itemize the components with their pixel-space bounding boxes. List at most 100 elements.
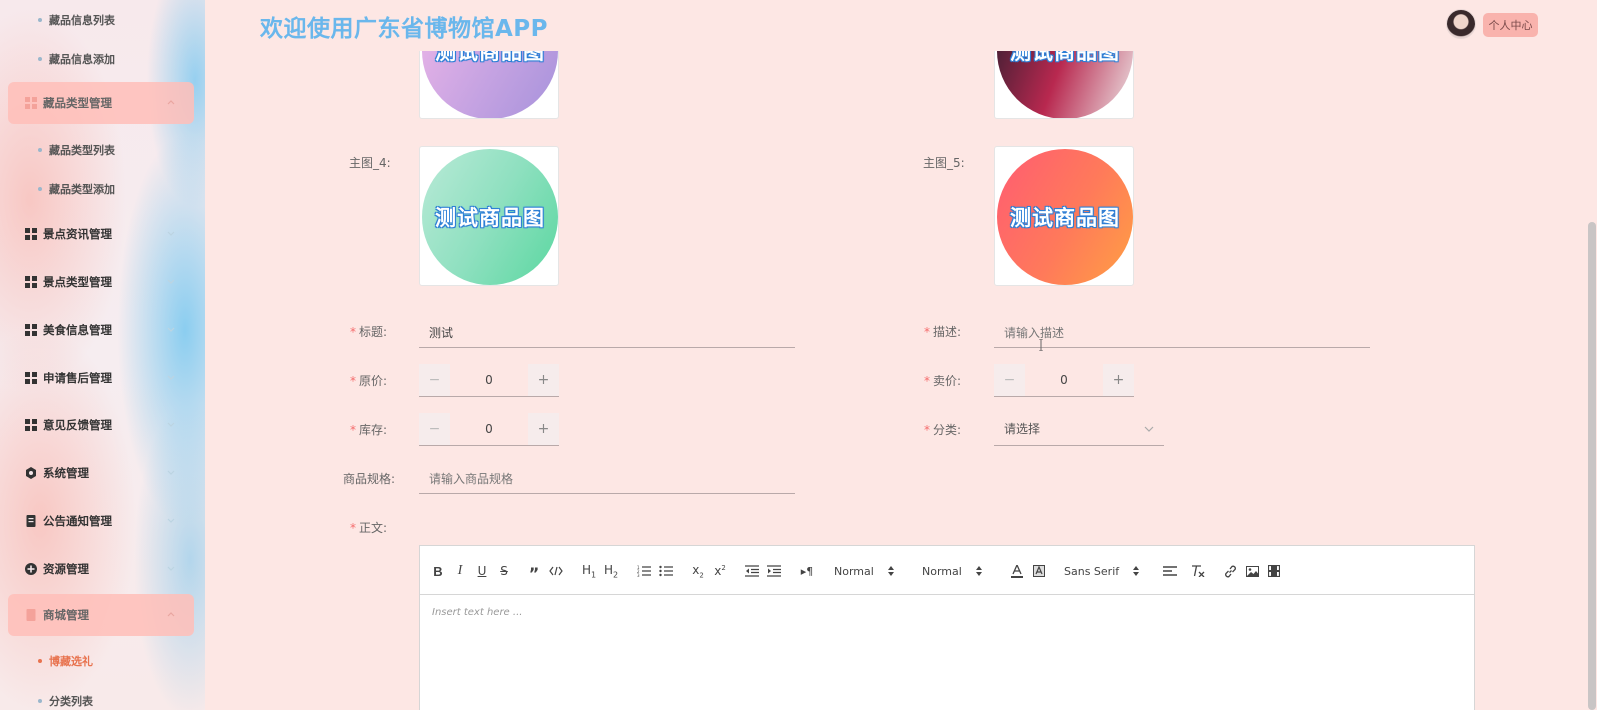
header-1-icon[interactable]: H1 [580, 562, 598, 580]
sidebar-group-collection-type[interactable]: 藏品类型管理 [8, 82, 194, 124]
code-block-icon[interactable] [548, 562, 564, 580]
product-image: 测试商品图 [997, 149, 1133, 285]
superscript-icon[interactable]: x2 [712, 562, 728, 580]
strikethrough-icon[interactable]: S [496, 562, 512, 580]
sidebar-item-collection-add[interactable]: 藏品信息添加 [0, 39, 205, 78]
main-image-4-upload[interactable]: 测试商品图 [419, 146, 559, 286]
bullet-dot-icon [38, 56, 42, 61]
chevron-down-icon [167, 518, 175, 523]
indent-icon[interactable] [766, 562, 782, 580]
app-title: 欢迎使用广东省博物馆APP [260, 16, 549, 42]
align-icon[interactable] [1162, 562, 1178, 580]
main-image-3-upload[interactable]: 测试商品图 [994, 51, 1134, 119]
plus-circle-icon [25, 563, 37, 575]
underline-icon[interactable]: U [474, 562, 490, 580]
category-select[interactable]: 请选择 [994, 412, 1164, 446]
sidebar-group-food-info[interactable]: 美食信息管理 [8, 309, 194, 351]
text-color-icon[interactable] [1010, 562, 1024, 580]
chevron-up-icon [167, 612, 175, 617]
sale-price-stepper: − 0 + [994, 363, 1134, 397]
sale-price-label: * 卖价: [924, 374, 962, 388]
sidebar-group-feedback[interactable]: 意见反馈管理 [8, 404, 194, 446]
link-icon[interactable] [1222, 562, 1238, 580]
subscript-icon[interactable]: x2 [690, 562, 706, 580]
grid-icon [25, 276, 37, 288]
user-center-button[interactable]: 个人中心 [1483, 13, 1538, 37]
required-mark: * [350, 521, 356, 535]
original-price-increase-button[interactable]: + [528, 363, 559, 396]
stock-decrease-button[interactable]: − [419, 412, 450, 445]
italic-icon[interactable]: I [452, 562, 468, 580]
outdent-icon[interactable] [744, 562, 760, 580]
background-color-icon[interactable] [1032, 562, 1046, 580]
product-image: 测试商品图 [997, 51, 1133, 118]
sale-price-increase-button[interactable]: + [1103, 363, 1134, 396]
chevron-down-icon [167, 422, 175, 427]
chevron-down-icon [167, 327, 175, 332]
header-format-select[interactable]: Normal [834, 562, 904, 580]
scrollbar-thumb[interactable] [1588, 222, 1596, 710]
original-price-value[interactable]: 0 [450, 373, 528, 387]
bullet-dot-icon [38, 658, 42, 663]
grid-icon [25, 324, 37, 336]
sidebar-group-scenic-type[interactable]: 景点类型管理 [8, 261, 194, 303]
main-image-5-upload[interactable]: 测试商品图 [994, 146, 1134, 286]
text-cursor-icon [1039, 339, 1043, 351]
main-image-5-label: 主图_5: [923, 156, 965, 170]
bullet-list-icon[interactable] [658, 562, 674, 580]
sidebar-group-shop[interactable]: 商城管理 [8, 594, 194, 636]
sidebar-group-resources[interactable]: 资源管理 [8, 548, 194, 590]
ordered-list-icon[interactable]: 123 [636, 562, 652, 580]
sidebar-item-collection-type-add[interactable]: 藏品类型添加 [0, 169, 205, 208]
bullet-dot-icon [38, 17, 42, 22]
sidebar-group-scenic-news[interactable]: 景点资讯管理 [8, 213, 194, 255]
spec-input[interactable] [419, 464, 795, 494]
font-family-select[interactable]: Sans Serif [1064, 562, 1144, 580]
header-2-icon[interactable]: H2 [602, 562, 620, 580]
text-direction-icon[interactable]: ▸¶ [798, 562, 816, 580]
bullet-dot-icon [38, 698, 42, 703]
select-arrows-icon [887, 566, 894, 576]
video-icon[interactable] [1266, 562, 1282, 580]
title-input[interactable] [419, 318, 795, 348]
sidebar-group-after-sales[interactable]: 申请售后管理 [8, 357, 194, 399]
stock-value[interactable]: 0 [450, 422, 528, 436]
avatar[interactable] [1446, 9, 1476, 39]
sale-price-decrease-button[interactable]: − [994, 363, 1025, 396]
page-scrollbar[interactable] [1587, 0, 1597, 710]
required-mark: * [924, 325, 930, 339]
editor-placeholder: Insert text here ... [432, 607, 523, 618]
bold-icon[interactable]: B [430, 562, 446, 580]
image-icon[interactable] [1244, 562, 1260, 580]
required-mark: * [350, 423, 356, 437]
grid-icon [25, 372, 37, 384]
grid-icon [25, 97, 37, 109]
sidebar-group-system[interactable]: 系统管理 [8, 452, 194, 494]
chevron-down-icon [167, 231, 175, 236]
blockquote-icon[interactable]: ” [526, 562, 542, 582]
editor-content-area[interactable]: Insert text here ... [420, 595, 1474, 710]
document-icon [25, 609, 37, 621]
select-arrows-icon [1133, 566, 1140, 576]
description-input[interactable] [994, 318, 1370, 348]
grid-icon [25, 419, 37, 431]
sidebar-item-gift-selection[interactable]: 博藏选礼 [0, 641, 205, 680]
sidebar-item-collection-list[interactable]: 藏品信息列表 [0, 0, 205, 39]
sidebar-item-collection-type-list[interactable]: 藏品类型列表 [0, 130, 205, 169]
clear-format-icon[interactable] [1190, 562, 1206, 580]
sidebar-group-announcement[interactable]: 公告通知管理 [8, 500, 194, 542]
required-mark: * [350, 374, 356, 388]
spec-label: 商品规格: [343, 472, 396, 486]
sidebar-item-category-list[interactable]: 分类列表 [0, 681, 205, 710]
sale-price-value[interactable]: 0 [1025, 373, 1103, 387]
title-label: * 标题: [350, 325, 388, 339]
chevron-down-icon [167, 375, 175, 380]
original-price-decrease-button[interactable]: − [419, 363, 450, 396]
category-select-placeholder: 请选择 [1004, 422, 1041, 436]
font-size-select[interactable]: Normal [922, 562, 992, 580]
chevron-down-icon [167, 470, 175, 475]
stock-increase-button[interactable]: + [528, 412, 559, 445]
required-mark: * [924, 374, 930, 388]
main-image-2-upload[interactable]: 测试商品图 [419, 51, 559, 119]
required-mark: * [924, 423, 930, 437]
